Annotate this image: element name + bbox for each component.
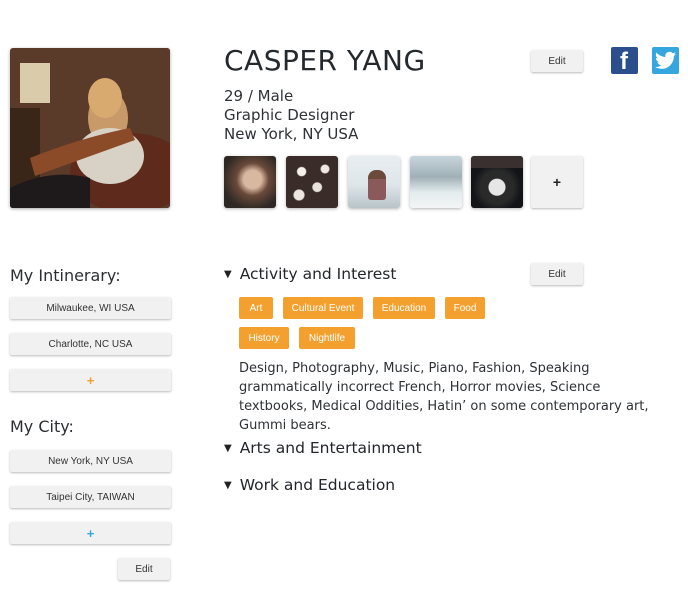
city-title: My City: <box>10 417 74 436</box>
add-city-button[interactable]: + <box>10 522 171 544</box>
profile-avatar <box>10 48 170 208</box>
work-section-toggle[interactable]: ▼ Work and Education <box>224 476 395 494</box>
edit-activity-button[interactable]: Edit <box>531 263 583 285</box>
triangle-down-icon: ▼ <box>224 479 232 491</box>
photo-thumbnail[interactable] <box>410 156 462 208</box>
edit-city-button[interactable]: Edit <box>118 558 170 580</box>
itinerary-title: My Intinerary: <box>10 266 121 285</box>
city-item[interactable]: New York, NY USA <box>10 450 171 472</box>
itinerary-item[interactable]: Milwaukee, WI USA <box>10 297 171 319</box>
plus-icon: + <box>86 525 95 541</box>
facebook-icon[interactable]: f <box>611 47 638 75</box>
interest-tag[interactable]: Nightlife <box>299 327 355 349</box>
work-title: Work and Education <box>239 476 396 494</box>
plus-icon: + <box>86 372 95 388</box>
itinerary-item[interactable]: Charlotte, NC USA <box>10 333 171 355</box>
photo-thumbnail[interactable] <box>471 156 523 208</box>
profile-location: New York, NY USA <box>224 125 359 143</box>
activity-title: Activity and Interest <box>239 265 397 283</box>
interest-tag[interactable]: Food <box>445 297 485 319</box>
photo-thumbnail[interactable] <box>286 156 338 208</box>
interest-tag[interactable]: Education <box>373 297 435 319</box>
arts-title: Arts and Entertainment <box>239 439 422 457</box>
triangle-down-icon: ▼ <box>224 442 232 454</box>
interest-tag[interactable]: History <box>239 327 289 349</box>
profile-age-gender: 29 / Male <box>224 87 294 105</box>
activity-section-toggle[interactable]: ▼ Activity and Interest <box>224 265 396 283</box>
twitter-icon[interactable] <box>652 47 679 74</box>
interests-description: Design, Photography, Music, Piano, Fashi… <box>239 361 649 433</box>
arts-section-toggle[interactable]: ▼ Arts and Entertainment <box>224 439 422 457</box>
add-itinerary-button[interactable]: + <box>10 369 171 391</box>
interest-tag[interactable]: Art <box>239 297 273 319</box>
profile-name: CASPER YANG <box>224 44 426 77</box>
city-item[interactable]: Taipei City, TAIWAN <box>10 486 171 508</box>
interest-tag[interactable]: Cultural Event <box>283 297 363 319</box>
triangle-down-icon: ▼ <box>224 268 232 280</box>
avatar-photo <box>10 48 170 208</box>
add-photo-button[interactable]: + <box>531 156 583 208</box>
profile-occupation: Graphic Designer <box>224 106 355 124</box>
photo-thumbnail[interactable] <box>348 156 400 208</box>
photo-thumbnail[interactable] <box>224 156 276 208</box>
edit-profile-button[interactable]: Edit <box>531 50 583 72</box>
